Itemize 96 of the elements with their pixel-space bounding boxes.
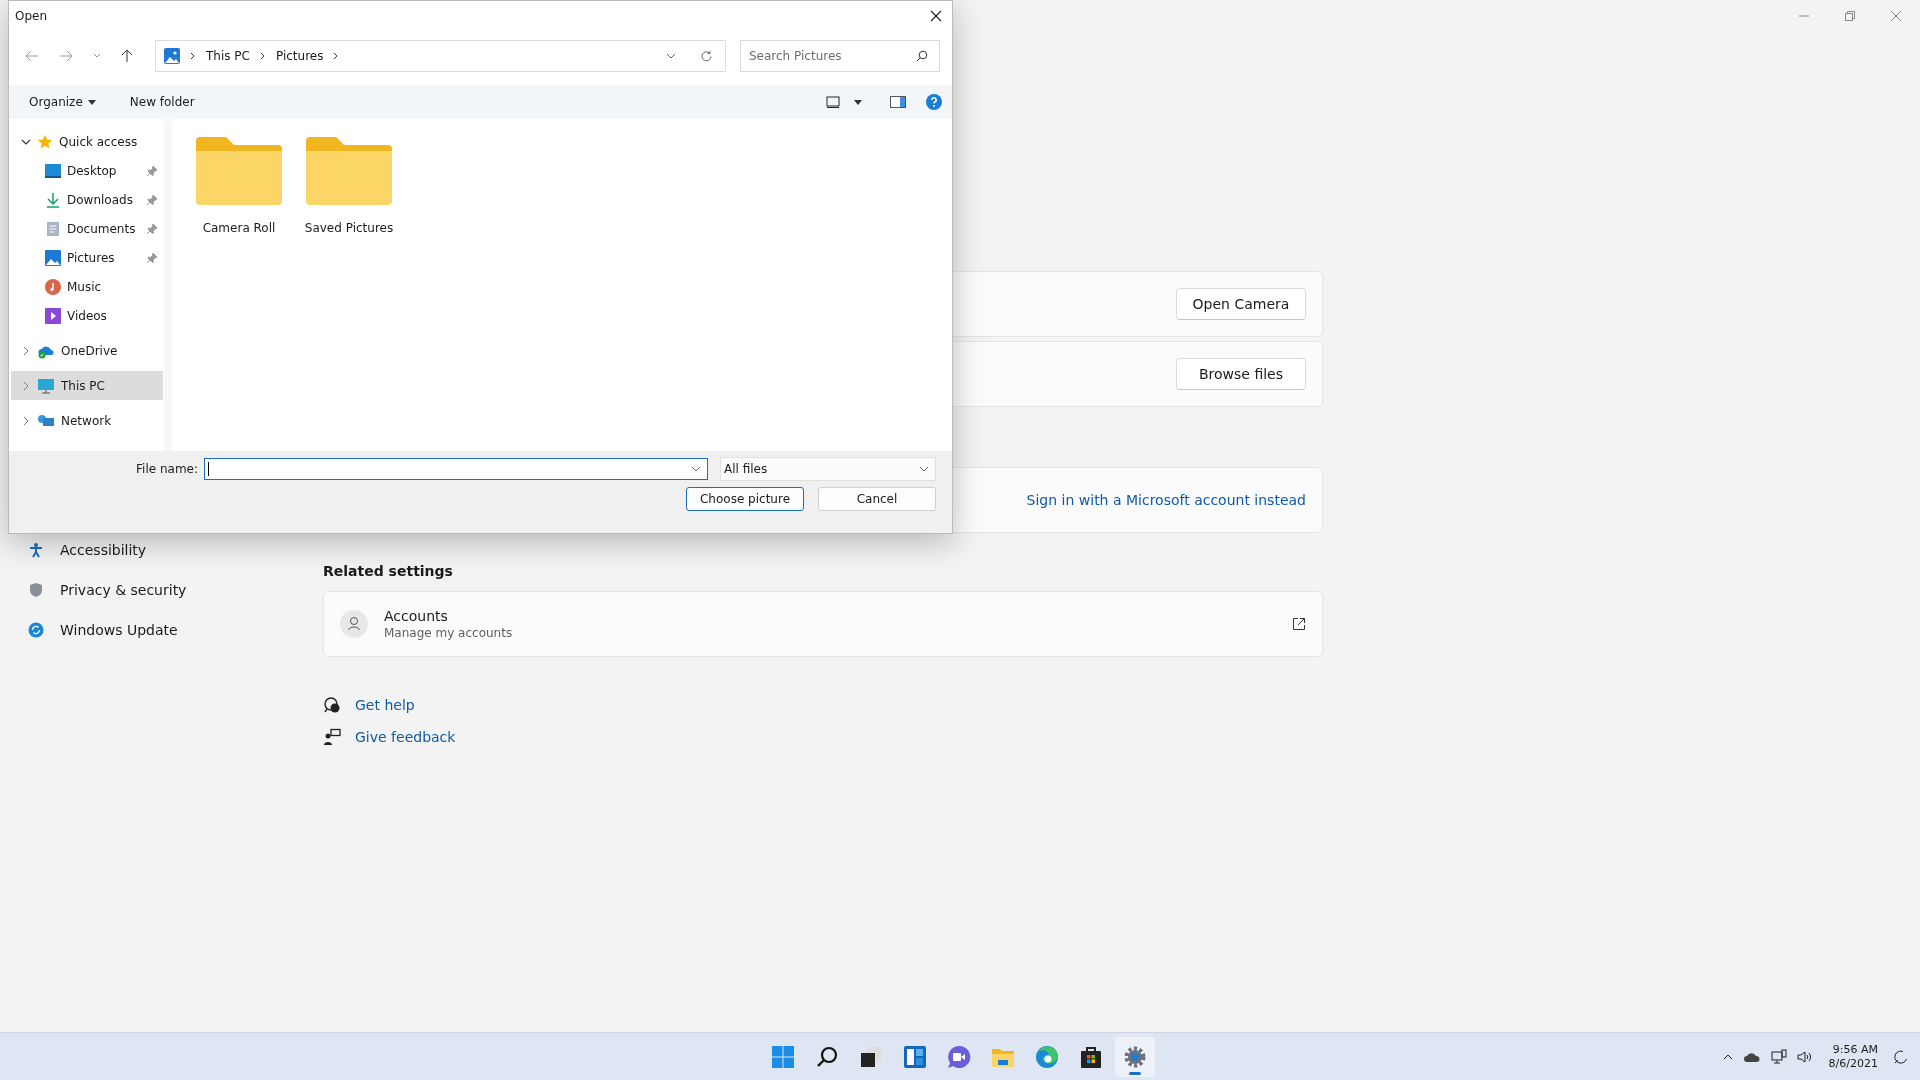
settings-icon [1123, 1044, 1147, 1069]
toolbar-button[interactable]: New folder [125, 93, 199, 111]
sign-in-link[interactable]: Sign in with a Microsoft account instead [1026, 492, 1306, 508]
pin-icon[interactable] [147, 194, 158, 205]
address-bar[interactable]: This PC Pictures [155, 40, 726, 72]
download-icon [45, 191, 61, 208]
caret-icon[interactable] [854, 99, 862, 105]
network-icon[interactable] [1770, 1048, 1787, 1065]
dialog-button[interactable]: Cancel [818, 487, 936, 511]
document-icon [45, 220, 61, 237]
sync-icon [28, 622, 44, 638]
close-icon[interactable] [930, 10, 942, 22]
nav-item[interactable]: Documents [11, 214, 164, 243]
video-chat-icon [947, 1044, 971, 1069]
help-link[interactable]: Get help [355, 697, 415, 713]
caret-icon[interactable] [691, 466, 701, 472]
forward-arrow-icon[interactable] [59, 50, 73, 62]
help-chat-icon [323, 696, 341, 714]
chevron-right-icon[interactable] [21, 345, 31, 356]
chevron-icon [190, 52, 196, 60]
nav-item[interactable]: Videos [11, 301, 164, 330]
file-type-dropdown[interactable]: All files [720, 457, 936, 481]
star-icon [37, 133, 53, 150]
refresh-icon[interactable] [700, 49, 713, 63]
view-icon[interactable] [826, 96, 840, 108]
clock[interactable]: 9:56 AM 8/6/2021 [1828, 1042, 1878, 1071]
windows-icon [771, 1044, 795, 1069]
breadcrumb-item[interactable]: Pictures [275, 49, 324, 63]
feedback-icon [323, 728, 341, 746]
nav-item[interactable]: Pictures [11, 243, 164, 272]
music-icon [45, 278, 61, 295]
nav-item[interactable]: Music [11, 272, 164, 301]
nav-item[interactable]: Quick access [11, 127, 164, 156]
caret-icon[interactable] [666, 53, 676, 59]
accounts-title: Accounts [384, 608, 449, 624]
chevron-right-icon[interactable] [21, 415, 31, 426]
toolbar-button[interactable]: Organize [25, 93, 100, 111]
time: 9:56 AM [1832, 1042, 1878, 1057]
task-view-icon [859, 1044, 883, 1069]
folder-item[interactable]: Saved Pictures [306, 137, 392, 235]
folder-icon [196, 137, 282, 205]
pin-icon[interactable] [147, 252, 158, 263]
nav-item[interactable]: OneDrive [11, 336, 164, 365]
sidebar-item[interactable]: Windows Update [28, 620, 296, 640]
pin-icon[interactable] [147, 165, 158, 176]
caret-icon [919, 466, 929, 472]
nav-item[interactable]: Downloads [11, 185, 164, 214]
volume-icon[interactable] [1796, 1049, 1813, 1064]
up-arrow-icon[interactable] [121, 49, 133, 63]
cloud-icon[interactable] [1742, 1050, 1761, 1063]
file-name-field[interactable] [204, 458, 708, 480]
widgets-icon [903, 1044, 927, 1069]
pictures-icon [164, 48, 180, 64]
search-icon [815, 1044, 839, 1069]
chevron-icon [259, 52, 266, 60]
video-icon [45, 307, 61, 324]
person-icon [340, 610, 368, 638]
sidebar-item[interactable]: Privacy & security [28, 580, 296, 600]
help-link[interactable]: Give feedback [355, 729, 456, 745]
nav-item[interactable]: Network [11, 406, 164, 435]
dialog-title: Open [15, 9, 48, 23]
restore-icon[interactable] [1844, 10, 1856, 22]
card-button[interactable]: Open Camera [1176, 288, 1306, 320]
chevron-icon [333, 52, 340, 60]
store-bag-icon [1079, 1044, 1103, 1069]
pictures-icon [45, 249, 61, 266]
caret-icon [87, 99, 96, 105]
desktop-icon [45, 163, 61, 178]
person-icon [28, 542, 44, 558]
back-arrow-icon[interactable] [25, 50, 39, 62]
notification-icon[interactable] [1894, 1049, 1908, 1064]
nav-item[interactable]: Desktop [11, 156, 164, 185]
file-name-label: File name: [136, 462, 198, 476]
chevron-up-icon[interactable] [1722, 1052, 1733, 1061]
card-button[interactable]: Browse files [1176, 358, 1306, 390]
external-link-icon [1292, 617, 1306, 631]
accounts-card[interactable]: Accounts Manage my accounts [323, 591, 1323, 657]
shield-icon [28, 582, 44, 598]
nav-item[interactable]: This PC [11, 371, 164, 400]
breadcrumb-item[interactable]: This PC [206, 49, 250, 63]
accounts-subtitle: Manage my accounts [384, 626, 514, 640]
help-icon[interactable] [926, 94, 942, 110]
browser-icon [1035, 1044, 1059, 1069]
sidebar-item[interactable]: Accessibility [28, 540, 296, 560]
network-icon [37, 412, 55, 429]
search-field[interactable]: Search Pictures [740, 40, 940, 72]
section-heading: Related settings [323, 563, 454, 579]
date: 8/6/2021 [1828, 1056, 1878, 1071]
chevron-right-icon[interactable] [21, 380, 31, 391]
folder-item[interactable]: Camera Roll [196, 137, 282, 235]
folder-icon [306, 137, 392, 205]
search-icon [916, 50, 928, 62]
monitor-icon [37, 377, 55, 394]
pin-icon[interactable] [147, 223, 158, 234]
preview-pane-icon[interactable] [890, 96, 906, 108]
dialog-button[interactable]: Choose picture [686, 487, 804, 511]
